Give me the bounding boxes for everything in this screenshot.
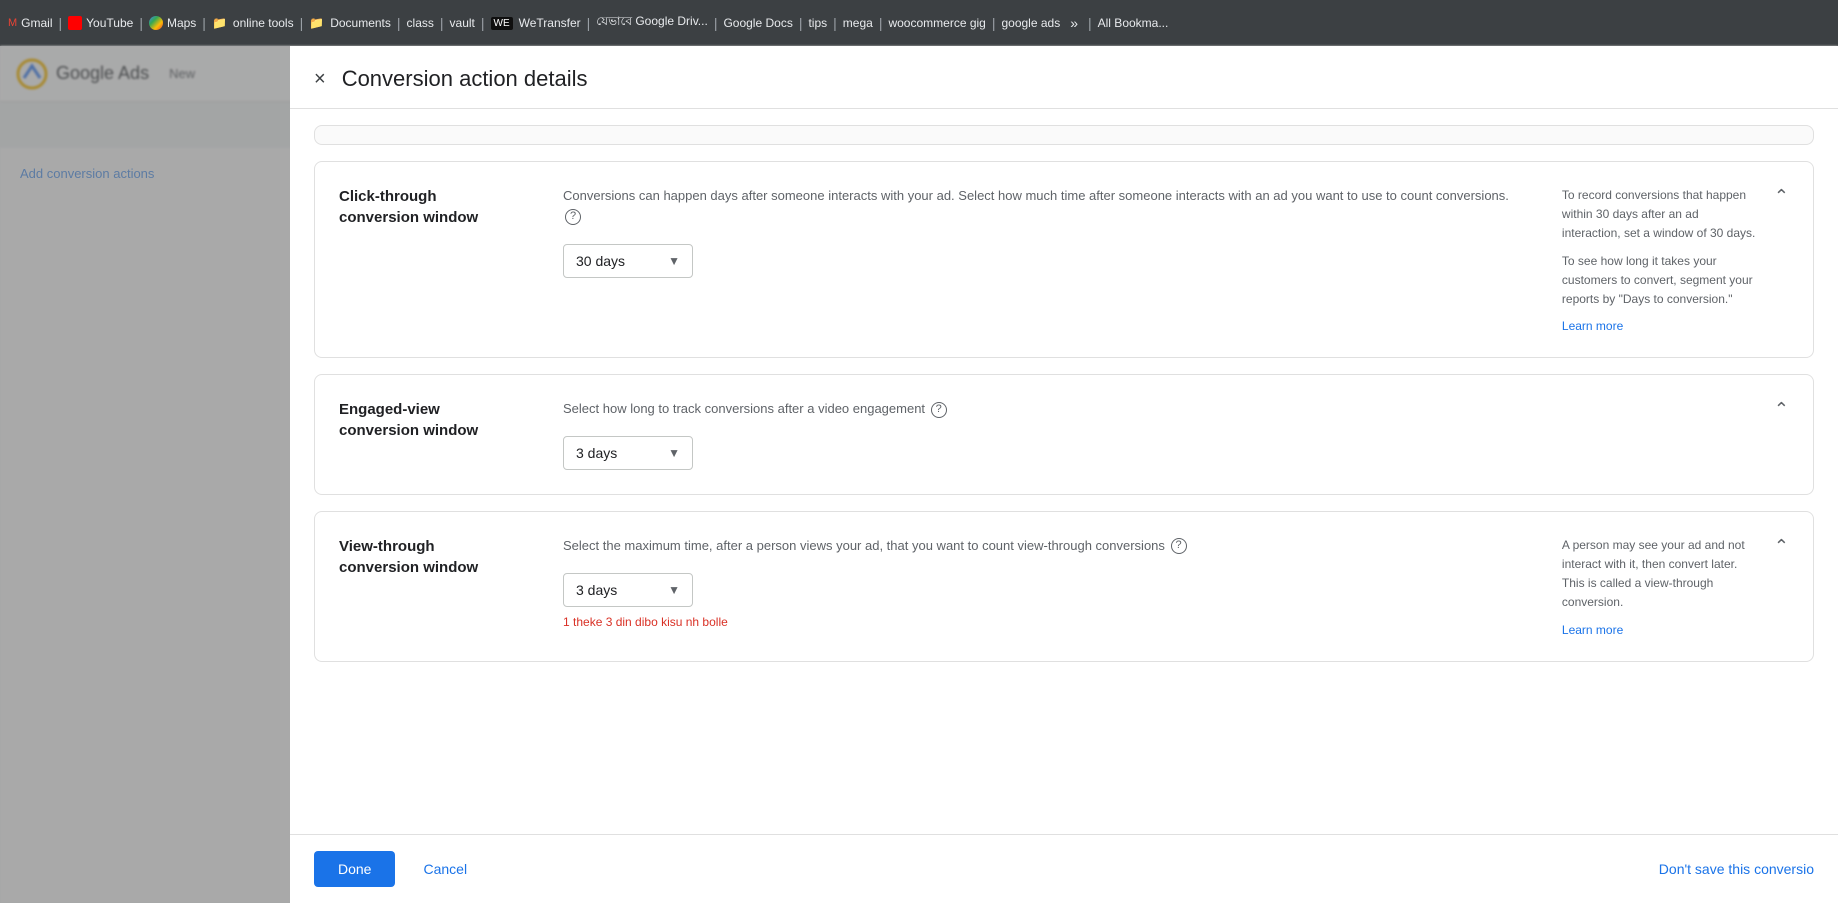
view-through-info-text-1: A person may see your ad and not interac…: [1562, 536, 1758, 613]
engaged-view-help-icon[interactable]: ?: [931, 402, 947, 418]
tab-youtube[interactable]: YouTube: [68, 16, 133, 30]
view-through-help-icon[interactable]: ?: [1171, 538, 1187, 554]
click-through-info-text-1: To record conversions that happen within…: [1562, 186, 1758, 244]
click-through-label: Click-throughconversion window: [339, 186, 539, 333]
youtube-icon: [68, 16, 82, 30]
click-through-select[interactable]: 30 days ▼: [563, 244, 693, 278]
modal-body[interactable]: Click-throughconversion window Conversio…: [290, 109, 1838, 834]
conversion-action-modal: × Conversion action details Click-throug…: [290, 46, 1838, 903]
folder-icon: 📁: [212, 16, 227, 30]
tab-tips[interactable]: tips: [808, 16, 827, 30]
click-through-info: To record conversions that happen within…: [1538, 186, 1758, 333]
wetransfer-icon: WE: [491, 17, 513, 30]
view-through-learn-more[interactable]: Learn more: [1562, 623, 1623, 637]
browser-tab-bar: M Gmail | YouTube | Maps | 📁 online tool…: [0, 0, 1838, 46]
cancel-button[interactable]: Cancel: [407, 851, 483, 887]
click-through-title: Click-throughconversion window: [339, 186, 539, 228]
maps-icon: [149, 16, 163, 30]
tab-bookmarks[interactable]: All Bookma...: [1098, 16, 1169, 30]
tab-woocommerce[interactable]: woocommerce gig: [888, 16, 985, 30]
click-through-select-value: 30 days: [576, 253, 625, 269]
top-section-stub: [314, 125, 1814, 145]
folder-icon-2: 📁: [309, 16, 324, 30]
modal-footer: Done Cancel Don't save this conversio: [290, 834, 1838, 903]
click-through-main: Click-throughconversion window Conversio…: [339, 186, 1758, 333]
engaged-view-select-value: 3 days: [576, 445, 617, 461]
click-through-desc: Conversions can happen days after someon…: [563, 186, 1514, 228]
tab-gmail[interactable]: M Gmail: [8, 16, 53, 30]
gmail-icon: M: [8, 17, 17, 29]
view-through-label: View-throughconversion window: [339, 536, 539, 637]
tab-documents[interactable]: 📁 Documents: [309, 16, 391, 30]
tab-maps[interactable]: Maps: [149, 16, 196, 30]
view-through-select-value: 3 days: [576, 582, 617, 598]
tab-wetransfer[interactable]: WE WeTransfer: [491, 16, 581, 30]
view-through-main: View-throughconversion window Select the…: [339, 536, 1758, 637]
engaged-view-desc: Select how long to track conversions aft…: [563, 399, 1758, 420]
dont-save-link[interactable]: Don't save this conversio: [1659, 861, 1814, 877]
click-through-collapse-button[interactable]: ⌃: [1774, 186, 1789, 207]
tab-class[interactable]: class: [407, 16, 434, 30]
view-through-section: View-throughconversion window Select the…: [314, 511, 1814, 662]
engaged-view-select[interactable]: 3 days ▼: [563, 436, 693, 470]
engaged-view-content: Select how long to track conversions aft…: [563, 399, 1758, 470]
click-through-dropdown-arrow: ▼: [668, 254, 680, 268]
click-through-section: Click-throughconversion window Conversio…: [314, 161, 1814, 358]
tab-online-tools[interactable]: 📁 online tools: [212, 16, 294, 30]
view-through-collapse-button[interactable]: ⌃: [1774, 536, 1789, 557]
engaged-view-dropdown-arrow: ▼: [668, 446, 680, 460]
view-through-desc: Select the maximum time, after a person …: [563, 536, 1514, 557]
click-through-help-icon[interactable]: ?: [565, 209, 581, 225]
view-through-content: Select the maximum time, after a person …: [563, 536, 1514, 637]
click-through-learn-more[interactable]: Learn more: [1562, 319, 1623, 333]
click-through-info-text-2: To see how long it takes your customers …: [1562, 252, 1758, 310]
view-through-dropdown-arrow: ▼: [668, 583, 680, 597]
tab-vault[interactable]: vault: [450, 16, 475, 30]
tab-google-ads[interactable]: google ads: [1001, 16, 1060, 30]
engaged-view-title: Engaged-viewconversion window: [339, 399, 539, 441]
modal-header: × Conversion action details: [290, 46, 1838, 109]
done-button[interactable]: Done: [314, 851, 395, 887]
view-through-select[interactable]: 3 days ▼: [563, 573, 693, 607]
close-button[interactable]: ×: [314, 69, 326, 89]
engaged-view-main: Engaged-viewconversion window Select how…: [339, 399, 1758, 470]
tab-google-drive[interactable]: যেভাবে Google Driv...: [596, 13, 708, 33]
view-through-info: A person may see your ad and not interac…: [1538, 536, 1758, 637]
tab-mega[interactable]: mega: [843, 16, 873, 30]
modal-title: Conversion action details: [342, 66, 588, 92]
click-through-content: Conversions can happen days after someon…: [563, 186, 1514, 333]
view-through-error: 1 theke 3 din dibo kisu nh bolle: [563, 615, 1514, 629]
tab-google-docs[interactable]: Google Docs: [723, 16, 792, 30]
engaged-view-section: Engaged-viewconversion window Select how…: [314, 374, 1814, 495]
more-tabs-button[interactable]: »: [1070, 15, 1078, 31]
engaged-view-label: Engaged-viewconversion window: [339, 399, 539, 470]
engaged-view-collapse-button[interactable]: ⌃: [1774, 399, 1789, 420]
view-through-title: View-throughconversion window: [339, 536, 539, 578]
